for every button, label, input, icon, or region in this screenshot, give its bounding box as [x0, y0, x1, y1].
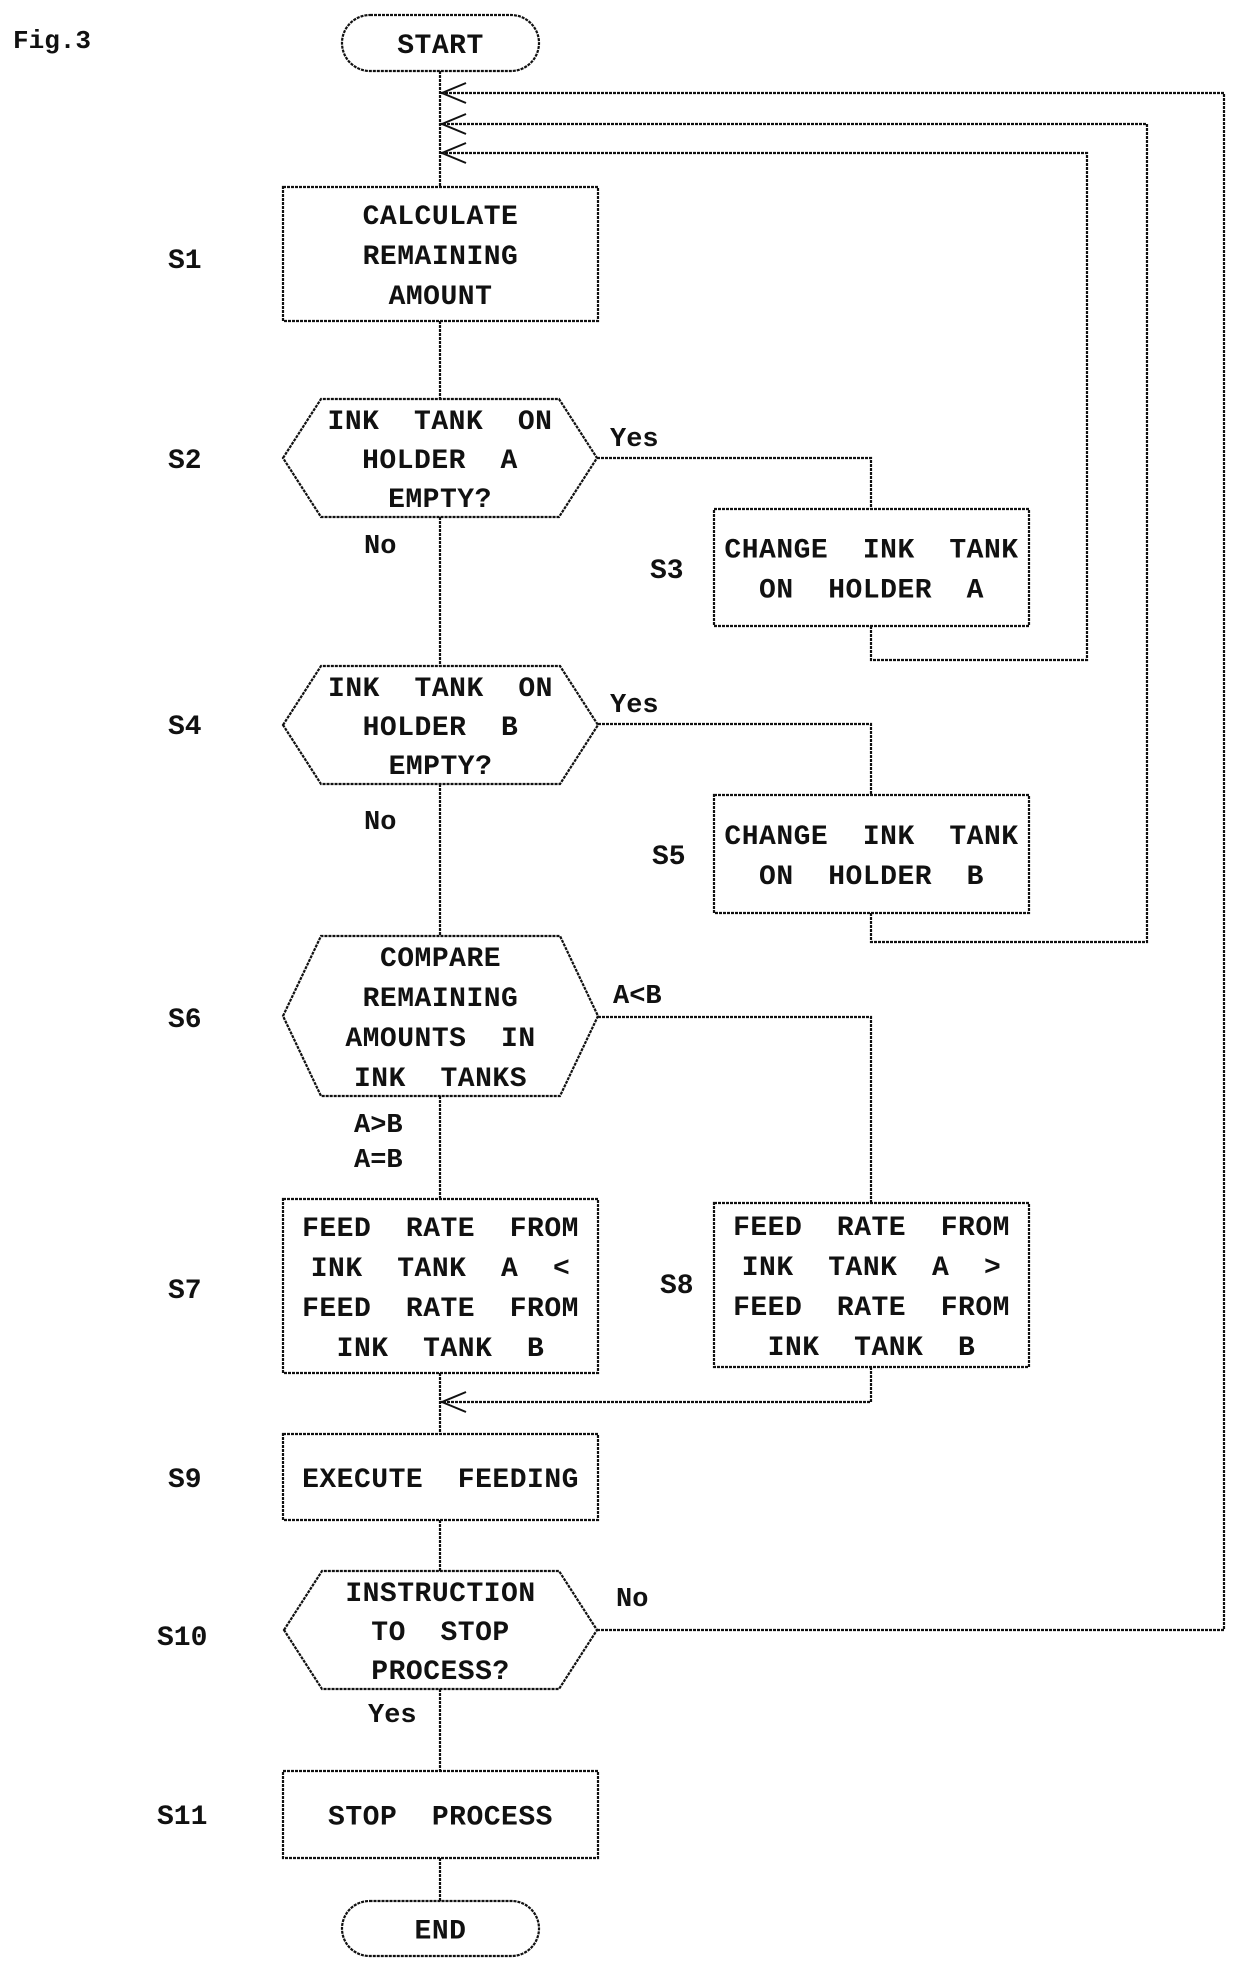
s6-text-line: COMPARE [380, 944, 501, 975]
s4-text-line: INK TANK ON [328, 674, 553, 705]
s10-text-line: INSTRUCTION [345, 1579, 535, 1610]
s1-text-line: REMAINING [363, 242, 519, 273]
s2-text-line: EMPTY? [388, 485, 492, 516]
s7-text-line: FEED RATE FROM [302, 1294, 579, 1325]
step-label-s7: S7 [168, 1276, 202, 1307]
step-label-s10: S10 [157, 1623, 207, 1654]
s6-text-line: INK TANKS [354, 1064, 527, 1095]
branch-label-s6-lt: A<B [613, 982, 662, 1012]
s6-text-line: AMOUNTS IN [345, 1024, 535, 1055]
step-label-s2: S2 [168, 446, 202, 477]
s7-text-line: INK TANK A < [311, 1254, 571, 1285]
s1-text-line: AMOUNT [389, 282, 493, 313]
s10-text-line: PROCESS? [371, 1657, 509, 1688]
step-label-s3: S3 [650, 556, 684, 587]
branch-label-s4-yes: Yes [610, 691, 659, 721]
s3-text-line: ON HOLDER A [759, 576, 984, 607]
s3-process-shape [712, 507, 1031, 628]
s5-text-line: CHANGE INK TANK [724, 822, 1018, 853]
flowchart: Fig.3 START CALCULATE REMAINING AMOUNT INK T… [13, 13, 1226, 1958]
step-label-s5: S5 [652, 842, 686, 873]
s6-text-line: REMAINING [363, 984, 519, 1015]
branch-label-s6-gt: A>B [354, 1111, 403, 1141]
step-label-s9: S9 [168, 1465, 202, 1496]
connector-s4-yes-s5 [598, 722, 873, 795]
s7-text-line: INK TANK B [337, 1334, 545, 1365]
end-text-line: END [415, 1917, 467, 1948]
s8-text-line: FEED RATE FROM [733, 1293, 1010, 1324]
s5-process-shape [712, 793, 1031, 915]
s8-text-line: INK TANK B [768, 1333, 976, 1364]
s3-text-line: CHANGE INK TANK [724, 536, 1018, 567]
s1-text-line: CALCULATE [363, 202, 519, 233]
s5-text-line: ON HOLDER B [759, 862, 984, 893]
s11-text-line: STOP PROCESS [328, 1803, 553, 1834]
figure-title: Fig.3 [13, 26, 91, 56]
step-label-s6: S6 [168, 1005, 202, 1036]
step-label-s1: S1 [168, 246, 202, 277]
branch-label-s10-no: No [616, 1585, 648, 1615]
s4-text-line: EMPTY? [389, 752, 493, 783]
step-label-s8: S8 [660, 1271, 694, 1302]
connector-s2-yes-s3 [597, 456, 873, 509]
step-label-s4: S4 [168, 712, 202, 743]
step-label-s11: S11 [157, 1802, 207, 1833]
s8-text-line: INK TANK A > [742, 1253, 1002, 1284]
branch-label-s10-yes: Yes [368, 1701, 417, 1731]
branch-label-s2-yes: Yes [610, 425, 659, 455]
s2-text-line: INK TANK ON [328, 407, 553, 438]
connector-s6-lt-s8 [598, 1015, 873, 1203]
branch-label-s6-eq: A=B [354, 1146, 403, 1176]
s4-text-line: HOLDER B [363, 713, 519, 744]
s9-text-line: EXECUTE FEEDING [302, 1465, 579, 1496]
s7-text-line: FEED RATE FROM [302, 1214, 579, 1245]
s8-text-line: FEED RATE FROM [733, 1213, 1010, 1244]
s10-text-line: TO STOP [371, 1618, 509, 1649]
branch-label-s4-no: No [364, 808, 396, 838]
s2-text-line: HOLDER A [362, 446, 518, 477]
branch-label-s2-no: No [364, 532, 396, 562]
start-text-line: START [397, 31, 484, 62]
